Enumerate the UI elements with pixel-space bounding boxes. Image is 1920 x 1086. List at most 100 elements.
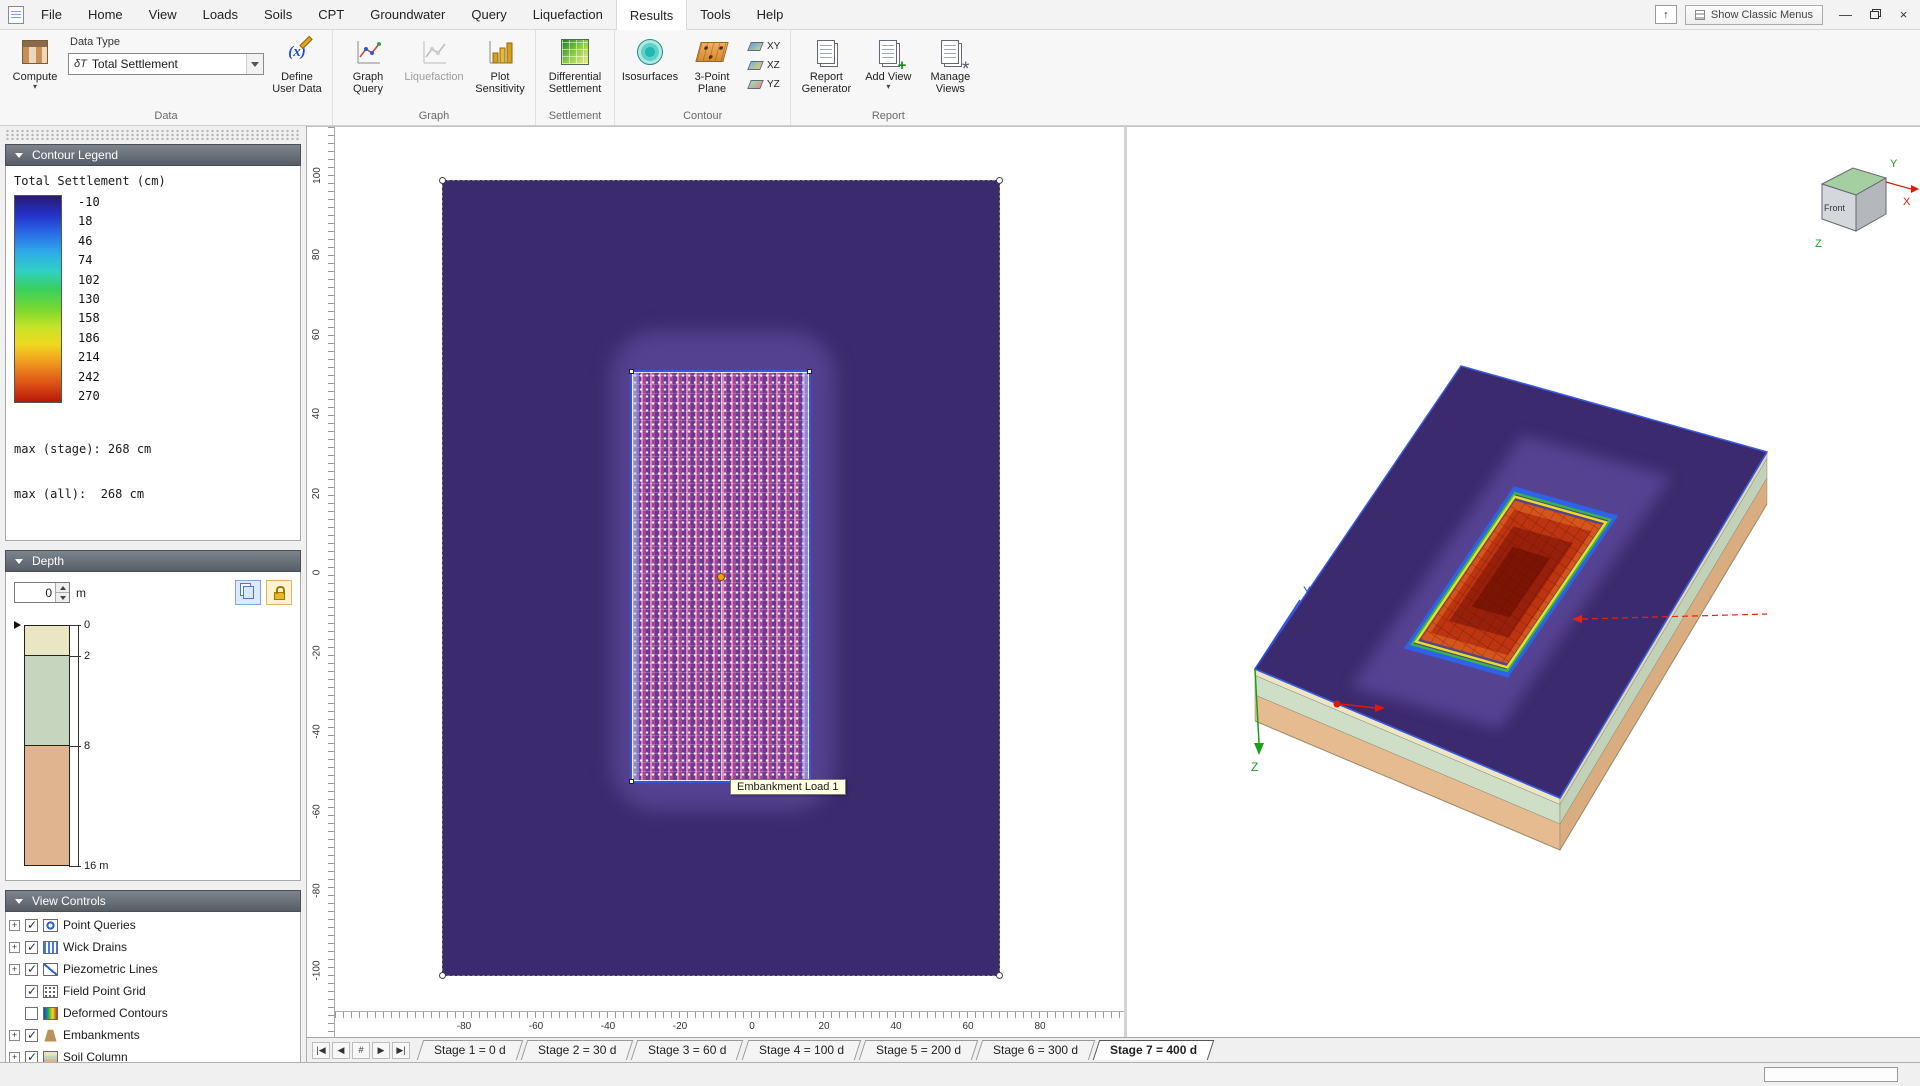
menu-tab[interactable]: View — [136, 0, 190, 29]
close-button[interactable]: × — [1889, 3, 1918, 27]
contour-legend-header[interactable]: Contour Legend — [5, 144, 301, 166]
legend-units-label: Total Settlement (cm) — [14, 174, 166, 188]
restore-button[interactable] — [1860, 3, 1889, 27]
tree-item-wick-drains[interactable]: + Wick Drains — [6, 936, 300, 958]
checkbox[interactable] — [25, 1050, 38, 1062]
liquefaction-button[interactable]: Liquefaction — [401, 32, 467, 109]
extent-handle[interactable] — [439, 972, 446, 979]
expand-icon[interactable]: + — [9, 963, 20, 975]
ruler-x-label: -20 — [672, 1021, 688, 1032]
legend-tick: 18 — [78, 214, 93, 229]
menu-tab[interactable]: Tools — [687, 0, 743, 29]
lock-depth-button[interactable] — [266, 580, 292, 605]
plane-yz-button[interactable]: YZ — [745, 76, 784, 93]
checkbox[interactable] — [25, 962, 38, 976]
stage-nav-button[interactable]: # — [352, 1041, 370, 1059]
tree-item-deformed-contours[interactable]: Deformed Contours — [6, 1002, 300, 1024]
expand-icon[interactable]: + — [9, 1029, 20, 1041]
tree-item-piezometric-lines[interactable]: + Piezometric Lines — [6, 958, 300, 980]
stage-nav-button[interactable]: ▶| — [392, 1041, 410, 1059]
plan-view-2d[interactable]: 100 80 60 40 20 0 -20 -40 -60 -80 -100 Embankment … — [307, 126, 1124, 1037]
plan-canvas[interactable]: Embankment Load 1 — [335, 127, 1124, 1011]
menu-tab[interactable]: Home — [75, 0, 136, 29]
extent-handle[interactable] — [996, 972, 1003, 979]
show-classic-menus-button[interactable]: Show Classic Menus — [1684, 4, 1823, 25]
menu-tab[interactable]: Soils — [251, 0, 305, 29]
extent-handle[interactable] — [439, 177, 446, 184]
menu-tab[interactable]: Liquefaction — [520, 0, 616, 29]
extent-handle[interactable] — [996, 177, 1003, 184]
model-extent[interactable]: Embankment Load 1 — [439, 177, 1003, 979]
stage-tab[interactable]: Stage 5 = 200 d — [858, 1040, 978, 1060]
pin-ribbon-icon[interactable]: ↑ — [1654, 5, 1677, 24]
plane-xz-button[interactable]: XZ — [745, 57, 784, 74]
add-view-button[interactable]: Add View ▾ — [859, 32, 917, 109]
menu-tab[interactable]: Groundwater — [357, 0, 458, 29]
plot-sensitivity-button[interactable]: Plot Sensitivity — [471, 32, 529, 109]
view-3d[interactable]: Z Y Front Y X Z — [1124, 126, 1920, 1037]
depth-mark: 0 — [68, 619, 91, 631]
embankment-load-region[interactable] — [629, 369, 812, 784]
depth-header[interactable]: Depth — [5, 550, 301, 572]
ruler-y-label: -20 — [311, 644, 323, 660]
depth-spinner[interactable] — [55, 583, 69, 602]
dropdown-chevron-icon[interactable] — [246, 54, 263, 74]
expand-icon[interactable]: + — [9, 941, 20, 953]
three-point-plane-button[interactable]: 3-Point Plane — [683, 32, 741, 109]
menu-tab[interactable]: Loads — [190, 0, 251, 29]
embankment-handle[interactable] — [629, 369, 634, 374]
tree-item-point-queries[interactable]: + Point Queries — [6, 914, 300, 936]
checkbox[interactable] — [25, 984, 38, 998]
orientation-cube[interactable]: Front Y X Z — [1815, 158, 1919, 250]
plane-xy-button[interactable]: XY — [745, 38, 784, 55]
isosurfaces-button[interactable]: Isosurfaces — [621, 32, 679, 109]
stage-nav-button[interactable]: ▶ — [372, 1041, 390, 1059]
menu-tab[interactable]: Help — [744, 0, 797, 29]
checkbox[interactable] — [25, 1028, 38, 1042]
depth-input[interactable]: 0 — [14, 582, 70, 603]
data-type-dropdown[interactable]: δT Total Settlement — [68, 53, 264, 75]
model-3d-canvas[interactable]: Z Y Front Y X Z — [1127, 127, 1920, 1036]
menu-tab[interactable]: Query — [458, 0, 519, 29]
minimize-button[interactable]: — — [1831, 3, 1860, 27]
embankment-handle[interactable] — [629, 779, 634, 784]
expand-icon[interactable]: + — [9, 1051, 20, 1062]
ruler-x-label: 80 — [1034, 1021, 1046, 1032]
collapse-icon — [15, 558, 23, 564]
stage-tab[interactable]: Stage 3 = 60 d — [630, 1040, 744, 1060]
report-generator-button[interactable]: Report Generator — [797, 32, 855, 109]
apply-depth-to-views-button[interactable] — [235, 580, 261, 605]
query-point[interactable] — [716, 572, 725, 581]
stage-nav-button[interactable]: ◀ — [332, 1041, 350, 1059]
expand-icon[interactable]: + — [9, 919, 20, 931]
menu-tab[interactable]: Results — [615, 0, 688, 30]
menu-tab[interactable]: CPT — [305, 0, 357, 29]
stage-nav-button[interactable]: |◀ — [312, 1041, 330, 1059]
sidebar-grip[interactable] — [5, 129, 301, 140]
differential-settlement-button[interactable]: Differential Settlement — [542, 32, 608, 109]
stage-tab[interactable]: Stage 4 = 100 d — [741, 1040, 861, 1060]
soil-layer-3 — [24, 745, 70, 866]
stage-tab[interactable]: Stage 1 = 0 d — [416, 1040, 523, 1060]
manage-views-button[interactable]: Manage Views — [921, 32, 979, 109]
checkbox[interactable] — [25, 1006, 38, 1020]
stage-tab[interactable]: Stage 7 = 400 d — [1092, 1040, 1215, 1060]
checkbox[interactable] — [25, 940, 38, 954]
tree-item-field-point-grid[interactable]: Field Point Grid — [6, 980, 300, 1002]
wick-drains-icon — [43, 940, 58, 954]
view-controls-header[interactable]: View Controls — [5, 890, 301, 912]
checkbox[interactable] — [25, 918, 38, 932]
embankment-handle[interactable] — [807, 369, 812, 374]
depth-marker-icon[interactable] — [14, 621, 21, 629]
ribbon: Compute ▾ Data Type δT Total Settlement … — [0, 30, 1920, 126]
vertical-ruler: 100 80 60 40 20 0 -20 -40 -60 -80 -100 — [307, 127, 335, 1037]
stage-tab[interactable]: Stage 2 = 30 d — [520, 1040, 634, 1060]
tree-item-soil-column[interactable]: + Soil Column — [6, 1046, 300, 1062]
define-user-data-button[interactable]: (x) Define User Data — [268, 32, 326, 109]
stage-tab[interactable]: Stage 6 = 300 d — [975, 1040, 1096, 1060]
graph-query-button[interactable]: Graph Query — [339, 32, 397, 109]
tree-item-embankments[interactable]: + Embankments — [6, 1024, 300, 1046]
menu-tab[interactable]: File — [28, 0, 75, 29]
compute-button[interactable]: Compute ▾ — [6, 32, 64, 109]
pages-icon — [242, 586, 254, 599]
